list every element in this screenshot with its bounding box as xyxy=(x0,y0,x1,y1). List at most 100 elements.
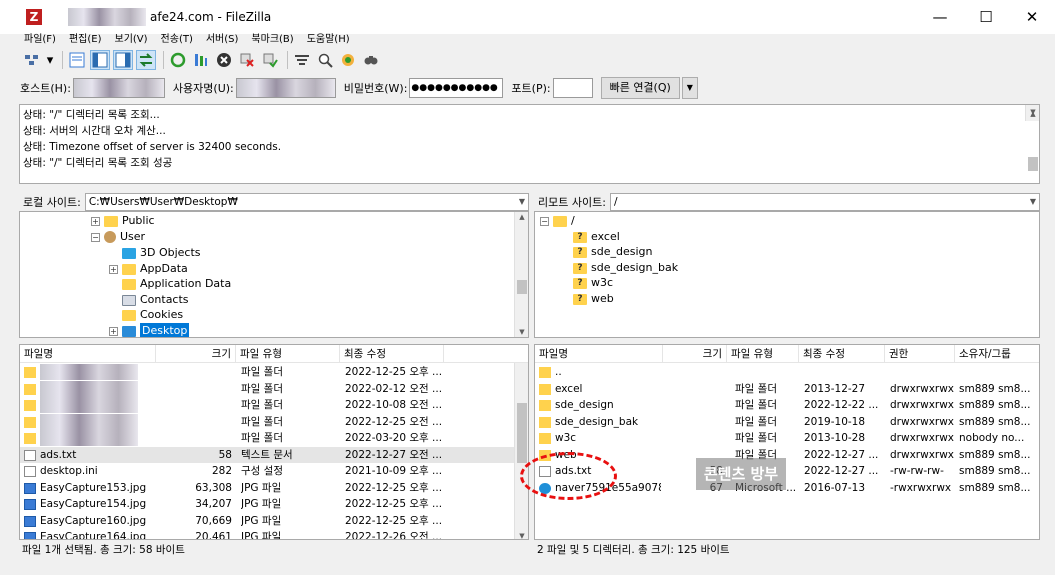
tree-item-sde-design[interactable]: ? sde_design xyxy=(573,244,652,260)
cell-perm: drwxrwxrwx xyxy=(890,415,954,428)
cell-name xyxy=(40,364,154,380)
table-row[interactable]: EasyCapture160.jpg 70,669 JPG 파일 2022-12-25… xyxy=(20,513,528,530)
col-modified[interactable]: 최종 수정 xyxy=(799,345,885,363)
menu-bookmarks[interactable]: 북마크(B) xyxy=(251,34,293,48)
col-owner[interactable]: 소유자/그룹 xyxy=(955,345,1039,363)
cell-size xyxy=(156,397,232,413)
table-row[interactable]: 파일 폴더 2022-02-12 오전 ... xyxy=(20,380,528,398)
process-queue-icon[interactable] xyxy=(191,50,211,70)
tree-item-excel[interactable]: ? excel xyxy=(573,229,620,245)
maximize-button[interactable]: ☐ xyxy=(963,0,1009,34)
col-filetype[interactable]: 파일 유형 xyxy=(236,345,340,363)
refresh-icon[interactable] xyxy=(168,50,188,70)
col-size[interactable]: 크기 xyxy=(663,345,727,363)
tree-item-sde-design-bak[interactable]: ? sde_design_bak xyxy=(573,260,678,276)
cell-size: 34,207 xyxy=(195,498,232,510)
tree-item-3d-objects[interactable]: 3D Objects xyxy=(122,245,201,261)
menu-help[interactable]: 도움말(H) xyxy=(307,34,350,48)
col-modified[interactable]: 최종 수정 xyxy=(340,345,444,363)
cell-perm: drwxrwxrwx xyxy=(890,382,954,395)
table-row[interactable]: 파일 폴더 2022-03-20 오후 ... xyxy=(20,430,528,447)
col-filetype[interactable]: 파일 유형 xyxy=(727,345,799,363)
close-button[interactable]: ✕ xyxy=(1009,0,1055,34)
tree-item-appdata[interactable]: + AppData xyxy=(109,261,188,277)
toggle-local-tree-icon[interactable] xyxy=(90,50,110,70)
filter-icon[interactable] xyxy=(292,50,312,70)
unknown-folder-icon: ? xyxy=(573,262,587,274)
table-row[interactable]: web 파일 폴더 2022-12-27 ... drwxrwxrwx sm889 sm… xyxy=(535,447,1039,464)
cell-size: 282 xyxy=(211,465,232,477)
host-label: 호스트(H): xyxy=(20,82,71,95)
menu-file[interactable]: 파일(F) xyxy=(24,34,56,48)
log-line: 상태: 서버의 시간대 오차 계산... xyxy=(23,125,166,137)
cell-type: 텍스트 문서 xyxy=(241,448,293,461)
table-row[interactable]: 파일 폴더 2022-10-08 오전 ... xyxy=(20,397,528,414)
cell-modified: 2022-12-25 오후 ... xyxy=(345,481,443,494)
tree-item-cookies[interactable]: Cookies xyxy=(122,307,183,323)
disconnect-icon[interactable] xyxy=(237,50,257,70)
table-row[interactable]: ads.txt 58 텍스트 문서 2022-12-27 오전 ... xyxy=(20,446,528,463)
tree-item-desktop[interactable]: + Desktop xyxy=(109,323,190,337)
sync-browse-icon[interactable] xyxy=(338,50,358,70)
log-scrollbar[interactable]: ▲ ▼ xyxy=(1025,105,1039,171)
toggle-log-icon[interactable] xyxy=(67,50,87,70)
table-row[interactable]: desktop.ini 282 구성 설정 2021-10-09 오후 ... xyxy=(20,463,528,480)
quickconnect-dropdown[interactable]: ▼ xyxy=(681,77,698,99)
local-tree-scrollbar[interactable]: ▲ ▼ xyxy=(514,212,528,337)
minimize-button[interactable]: — xyxy=(917,0,963,34)
password-input[interactable]: ●●●●●●●●●●● xyxy=(409,78,504,98)
tree-item-user[interactable]: − User xyxy=(91,229,145,245)
tree-item-contacts[interactable]: Contacts xyxy=(122,292,189,308)
site-manager-icon[interactable] xyxy=(22,50,42,70)
3d-objects-icon xyxy=(122,247,136,259)
local-list-scrollbar[interactable]: ▼ xyxy=(514,363,528,539)
col-filename[interactable]: 파일명 xyxy=(20,345,156,363)
toggle-queue-icon[interactable] xyxy=(136,50,156,70)
window-controls: — ☐ ✕ xyxy=(917,0,1055,34)
cell-perm: drwxrwxrwx xyxy=(890,432,954,444)
tree-item-root[interactable]: − / xyxy=(540,213,575,229)
tree-item-application-data[interactable]: Application Data xyxy=(122,276,231,292)
col-filename[interactable]: 파일명 xyxy=(535,345,663,363)
table-row[interactable]: EasyCapture164.jpg 20,461 JPG 파일 2022-12-26… xyxy=(20,529,528,539)
tree-item-w3c[interactable]: ? w3c xyxy=(573,275,613,291)
folder-icon xyxy=(24,367,36,378)
table-row[interactable]: 파일 폴더 2022-12-25 오전 ... xyxy=(20,413,528,431)
col-size[interactable]: 크기 xyxy=(156,345,236,363)
table-row[interactable]: 파일 폴더 2022-12-25 오후 ... xyxy=(20,364,528,381)
port-input[interactable] xyxy=(552,78,593,98)
dropdown-icon[interactable]: ▾ xyxy=(45,50,55,70)
table-row[interactable]: w3c 파일 폴더 2013-10-28 drwxrwxrwx nobody no... xyxy=(535,430,1039,447)
quickconnect-button[interactable]: 빠른 연결(Q) xyxy=(600,77,680,99)
compare-icon[interactable] xyxy=(315,50,335,70)
local-status-text: 파일 1개 선택됨. 총 크기: 58 바이트 xyxy=(22,544,185,556)
local-path-input[interactable]: C:₩Users₩User₩Desktop₩ ▼ xyxy=(84,193,529,211)
remote-path-input[interactable]: / ▼ xyxy=(609,193,1040,211)
menu-transfer[interactable]: 전송(T) xyxy=(161,34,193,48)
table-row[interactable]: EasyCapture153.jpg 63,308 JPG 파일 2022-12-25… xyxy=(20,480,528,497)
host-input[interactable] xyxy=(72,78,165,98)
table-row[interactable]: EasyCapture154.jpg 34,207 JPG 파일 2022-12-25… xyxy=(20,496,528,513)
username-input[interactable] xyxy=(235,78,336,98)
folder-icon xyxy=(104,215,118,227)
tree-item-web[interactable]: ? web xyxy=(573,291,614,307)
cell-name: ads.txt xyxy=(40,448,77,461)
unknown-folder-icon: ? xyxy=(573,277,587,289)
search-icon[interactable] xyxy=(361,50,381,70)
menu-edit[interactable]: 편집(E) xyxy=(69,34,102,48)
table-row[interactable]: .. xyxy=(535,364,1039,381)
cell-name xyxy=(40,397,154,413)
table-row[interactable]: sde_design_bak 파일 폴더 2019-10-18 drwxrwxrwx s… xyxy=(535,414,1039,431)
reconnect-icon[interactable] xyxy=(260,50,280,70)
menu-server[interactable]: 서버(S) xyxy=(206,34,239,48)
table-row[interactable]: sde_design 파일 폴더 2022-12-22 ... drwxrwxrwx s… xyxy=(535,397,1039,414)
cell-modified: 2021-10-09 오후 ... xyxy=(345,465,443,477)
cancel-icon[interactable] xyxy=(214,50,234,70)
watermark-label: 콘텐츠 방부 xyxy=(696,458,786,490)
table-row[interactable]: excel 파일 폴더 2013-12-27 drwxrwxrwx sm889 sm8.… xyxy=(535,381,1039,398)
menu-view[interactable]: 보기(V) xyxy=(115,34,148,48)
remote-dir-tree: − / ? excel ? sde_design ? sde_design_bak ? w… xyxy=(534,211,1040,338)
tree-item-public[interactable]: + Public xyxy=(91,213,155,229)
toggle-remote-tree-icon[interactable] xyxy=(113,50,133,70)
col-permissions[interactable]: 권한 xyxy=(885,345,955,363)
